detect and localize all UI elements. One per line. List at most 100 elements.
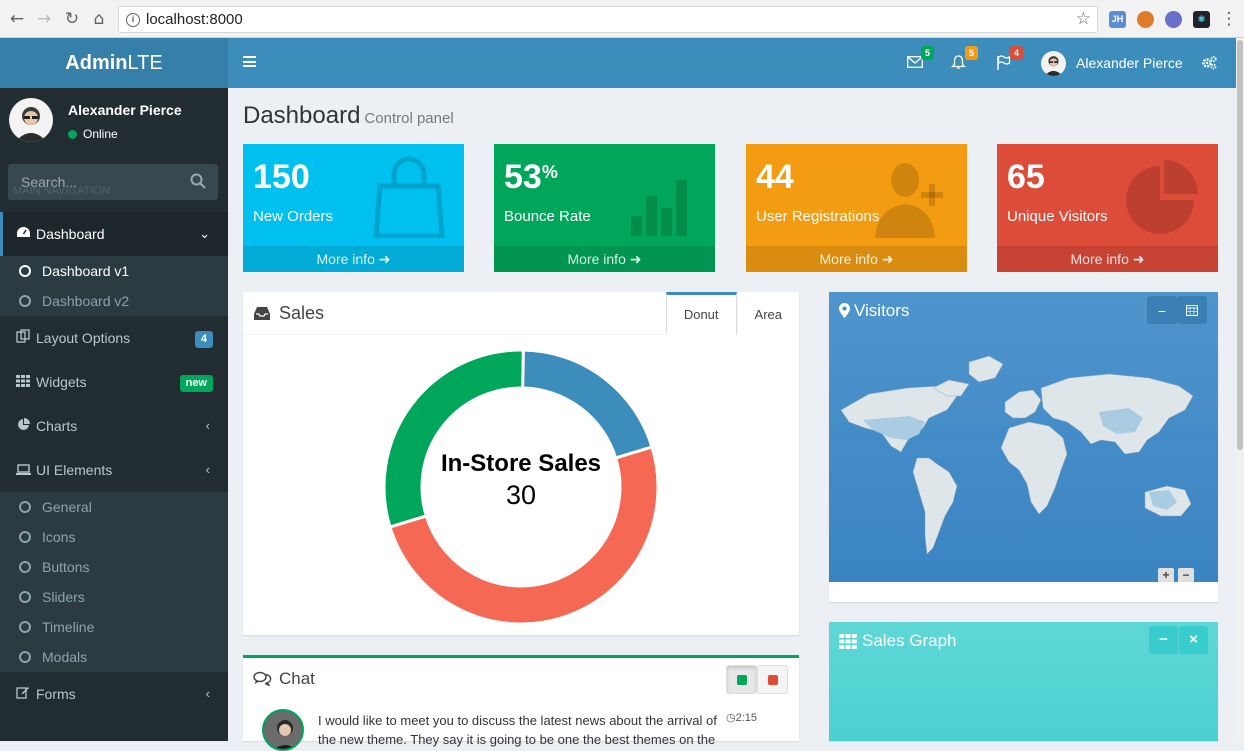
sidebar-item-dashboard-v2[interactable]: Dashboard v2 xyxy=(0,286,228,316)
chat-avatar xyxy=(262,709,304,751)
sidebar-item-dashboard-v1[interactable]: Dashboard v1 xyxy=(0,256,228,286)
extension-react-icon[interactable]: ⚛ xyxy=(1193,11,1210,28)
close-button[interactable]: × xyxy=(1179,626,1208,654)
circle-icon xyxy=(19,591,31,603)
page-scrollbar[interactable] xyxy=(1236,38,1244,741)
sidebar-item-timeline[interactable]: Timeline xyxy=(0,612,228,642)
chevron-down-icon: ⌄ xyxy=(199,226,210,241)
chat-time: ◷2:15 xyxy=(726,712,758,724)
sales-box: Sales Donut Area In-Store Sales 30 xyxy=(243,292,799,635)
user-name: Alexander Pierce xyxy=(68,102,182,118)
sidebar-item-ui-elements[interactable]: UI Elements ‹ xyxy=(0,448,228,492)
user-add-icon xyxy=(875,163,943,238)
more-info-link[interactable]: More info ➜ xyxy=(997,246,1218,272)
sales-graph-title: Sales Graph xyxy=(862,631,957,650)
sidebar-item-modals[interactable]: Modals xyxy=(0,642,228,672)
stat-box-new-orders: 150 New Orders More info ➜ xyxy=(243,144,464,272)
arrow-circle-right-icon: ➜ xyxy=(881,251,894,267)
dashboard-gauge-icon xyxy=(15,212,31,256)
chat-box: Chat I would like to meet you to discuss… xyxy=(243,655,799,751)
sales-graph-box: Sales Graph − × xyxy=(829,622,1218,741)
edit-icon xyxy=(15,672,31,716)
donut-slice-0[interactable] xyxy=(382,348,525,529)
menu-toggle-icon[interactable] xyxy=(243,56,256,67)
circle-icon xyxy=(19,651,31,663)
top-navbar: 5 5 4 Alexander Pierce xyxy=(228,38,1236,88)
sales-tabs: Donut Area xyxy=(665,292,799,335)
address-bar[interactable]: i localhost:8000 ☆ xyxy=(118,6,1098,33)
sidebar-item-general[interactable]: General xyxy=(0,492,228,522)
back-icon[interactable]: ← xyxy=(8,9,26,29)
visitors-title: Visitors xyxy=(854,301,910,320)
chat-status-offline-toggle[interactable] xyxy=(757,665,788,694)
chat-title: Chat xyxy=(279,669,315,688)
tab-donut[interactable]: Donut xyxy=(665,292,737,335)
map-marker-icon xyxy=(839,303,850,318)
bar-chart-icon xyxy=(631,180,687,236)
stat-value: 53% xyxy=(504,158,558,196)
circle-icon xyxy=(19,295,31,307)
site-info-icon[interactable]: i xyxy=(126,13,140,27)
sales-title: Sales xyxy=(279,303,325,323)
stat-label: Bounce Rate xyxy=(504,208,591,225)
shopping-bag-icon xyxy=(373,156,445,238)
sidebar-item-charts[interactable]: Charts ‹ xyxy=(0,404,228,448)
avatar[interactable] xyxy=(1041,51,1066,76)
sidebar-item-icons[interactable]: Icons xyxy=(0,522,228,552)
pie-chart-icon xyxy=(1126,160,1198,234)
sidebar-item-buttons[interactable]: Buttons xyxy=(0,552,228,582)
messages-icon[interactable]: 5 xyxy=(907,46,934,71)
gears-icon[interactable] xyxy=(1201,55,1219,71)
search-icon[interactable] xyxy=(190,173,206,189)
tab-area[interactable]: Area xyxy=(736,292,799,335)
browser-toolbar: ← → ↻ ⌂ i localhost:8000 ☆ JH ⚛ ⋮ xyxy=(0,0,1244,38)
sidebar-item-dashboard[interactable]: Dashboard ⌄ xyxy=(0,212,228,256)
stat-value: 150 xyxy=(253,158,310,196)
sidebar-item-layout-options[interactable]: Layout Options 4 xyxy=(0,316,228,360)
sidebar-item-sliders[interactable]: Sliders xyxy=(0,582,228,612)
reload-icon[interactable]: ↻ xyxy=(63,9,81,29)
more-info-link[interactable]: More info ➜ xyxy=(243,246,464,272)
calendar-button[interactable] xyxy=(1177,296,1207,324)
stat-label: User Registrations xyxy=(756,208,880,225)
chat-message-text: I would like to meet you to discuss the … xyxy=(318,713,717,747)
layout-count-badge: 4 xyxy=(194,331,213,348)
home-icon[interactable]: ⌂ xyxy=(90,9,108,29)
browser-menu-icon[interactable]: ⋮ xyxy=(1220,9,1238,29)
comments-icon xyxy=(253,671,272,687)
files-icon xyxy=(15,316,31,360)
sidebar-item-widgets[interactable]: Widgets new xyxy=(0,360,228,404)
collapse-button[interactable]: − xyxy=(1147,296,1177,324)
messages-badge: 5 xyxy=(921,46,934,60)
page-title: Dashboard Control panel xyxy=(243,102,454,129)
more-info-link[interactable]: More info ➜ xyxy=(746,246,967,272)
nav-header: MAIN NAVIGATION xyxy=(13,185,110,197)
stat-value: 65 xyxy=(1007,158,1045,196)
donut-slice-1[interactable] xyxy=(521,348,654,460)
sidebar-item-forms[interactable]: Forms ‹ xyxy=(0,672,228,716)
laptop-icon xyxy=(15,448,31,492)
notifications-bell-icon[interactable]: 5 xyxy=(950,46,978,71)
extension-jh-icon[interactable]: JH xyxy=(1109,11,1126,28)
user-status: Online xyxy=(68,127,118,141)
page-subtitle: Control panel xyxy=(364,110,454,127)
brand-logo[interactable]: AdminLTE xyxy=(0,38,228,88)
collapse-button[interactable]: − xyxy=(1149,626,1178,654)
world-map[interactable] xyxy=(829,292,1218,582)
sidebar-menu: Dashboard ⌄ Dashboard v1 Dashboard v2 La… xyxy=(0,212,228,716)
extension-pi-icon[interactable] xyxy=(1137,11,1154,28)
circle-icon xyxy=(19,265,31,277)
stat-box-user-registrations: 44 User Registrations More info ➜ xyxy=(746,144,967,272)
bookmark-star-icon[interactable]: ☆ xyxy=(1076,9,1091,29)
user-menu-name[interactable]: Alexander Pierce xyxy=(1076,55,1183,71)
forward-icon[interactable]: → xyxy=(35,9,53,29)
tasks-flag-icon[interactable]: 4 xyxy=(996,46,1023,71)
pie-chart-icon xyxy=(15,404,31,448)
chevron-left-icon: ‹ xyxy=(205,686,210,701)
calendar-icon xyxy=(1186,305,1198,316)
extension-ws-icon[interactable] xyxy=(1165,11,1182,28)
circle-icon xyxy=(19,561,31,573)
chat-status-online-toggle[interactable] xyxy=(726,665,757,694)
more-info-link[interactable]: More info ➜ xyxy=(494,246,715,272)
grid-icon xyxy=(839,634,857,649)
